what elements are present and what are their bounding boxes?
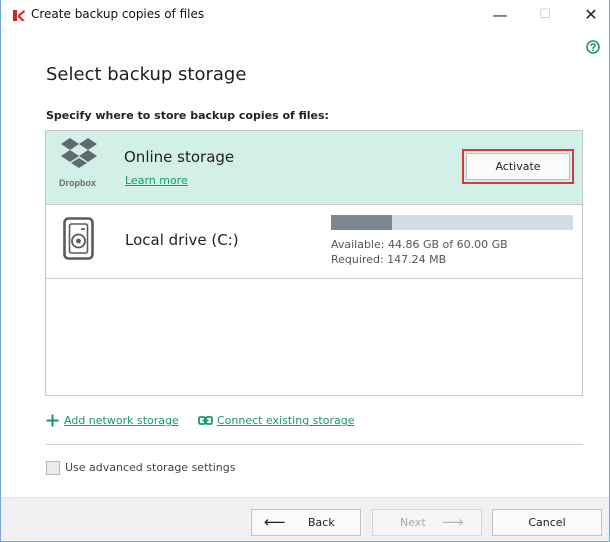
learn-more-link[interactable]: Learn more xyxy=(125,174,188,187)
online-storage-title: Online storage xyxy=(124,148,235,166)
divider xyxy=(46,444,583,445)
back-button-label: Back xyxy=(308,516,335,529)
storage-list: Dropbox Online storage Learn more Activa… xyxy=(45,130,583,396)
arrow-right-icon: ⟶ xyxy=(442,513,464,531)
dropbox-label: Dropbox xyxy=(59,178,96,188)
maximize-button[interactable]: ☐ xyxy=(531,4,559,26)
kaspersky-logo-icon xyxy=(13,10,25,21)
plus-icon[interactable] xyxy=(46,414,59,427)
page-title: Select backup storage xyxy=(46,64,247,85)
disk-usage-fill xyxy=(331,215,392,230)
chain-link-icon[interactable] xyxy=(198,415,213,426)
next-button[interactable]: Next ⟶ xyxy=(372,509,482,536)
page-instruction: Specify where to store backup copies of … xyxy=(46,109,329,122)
required-space-text: Required: 147.24 MB xyxy=(331,253,447,266)
disk-usage-bar xyxy=(331,215,573,230)
cancel-button[interactable]: Cancel xyxy=(492,509,602,536)
activate-button[interactable]: Activate xyxy=(466,153,570,180)
hard-drive-icon xyxy=(63,217,94,260)
local-drive-title: Local drive (C:) xyxy=(125,231,239,249)
title-bar: Create backup copies of files — ☐ ✕ xyxy=(1,0,609,30)
connect-existing-storage-link[interactable]: Connect existing storage xyxy=(217,414,354,427)
window-title: Create backup copies of files xyxy=(31,7,205,21)
backup-wizard-window: Create backup copies of files — ☐ ✕ Sele… xyxy=(0,0,610,542)
advanced-settings-checkbox[interactable] xyxy=(46,461,60,475)
next-button-label: Next xyxy=(400,516,426,529)
available-space-text: Available: 44.86 GB of 60.00 GB xyxy=(331,238,508,251)
add-network-storage-link[interactable]: Add network storage xyxy=(64,414,179,427)
footer-bar: ⟵ Back Next ⟶ Cancel xyxy=(1,497,609,541)
close-button[interactable]: ✕ xyxy=(577,4,605,26)
arrow-left-icon: ⟵ xyxy=(264,513,286,531)
dropbox-icon xyxy=(61,138,97,168)
storage-item-local-drive[interactable]: Local drive (C:) Available: 44.86 GB of … xyxy=(46,205,582,279)
advanced-settings-label[interactable]: Use advanced storage settings xyxy=(65,461,235,474)
minimize-button[interactable]: — xyxy=(486,4,514,26)
storage-item-online[interactable]: Dropbox Online storage Learn more Activa… xyxy=(46,131,582,205)
back-button[interactable]: ⟵ Back xyxy=(251,509,361,536)
help-icon[interactable] xyxy=(586,40,600,54)
